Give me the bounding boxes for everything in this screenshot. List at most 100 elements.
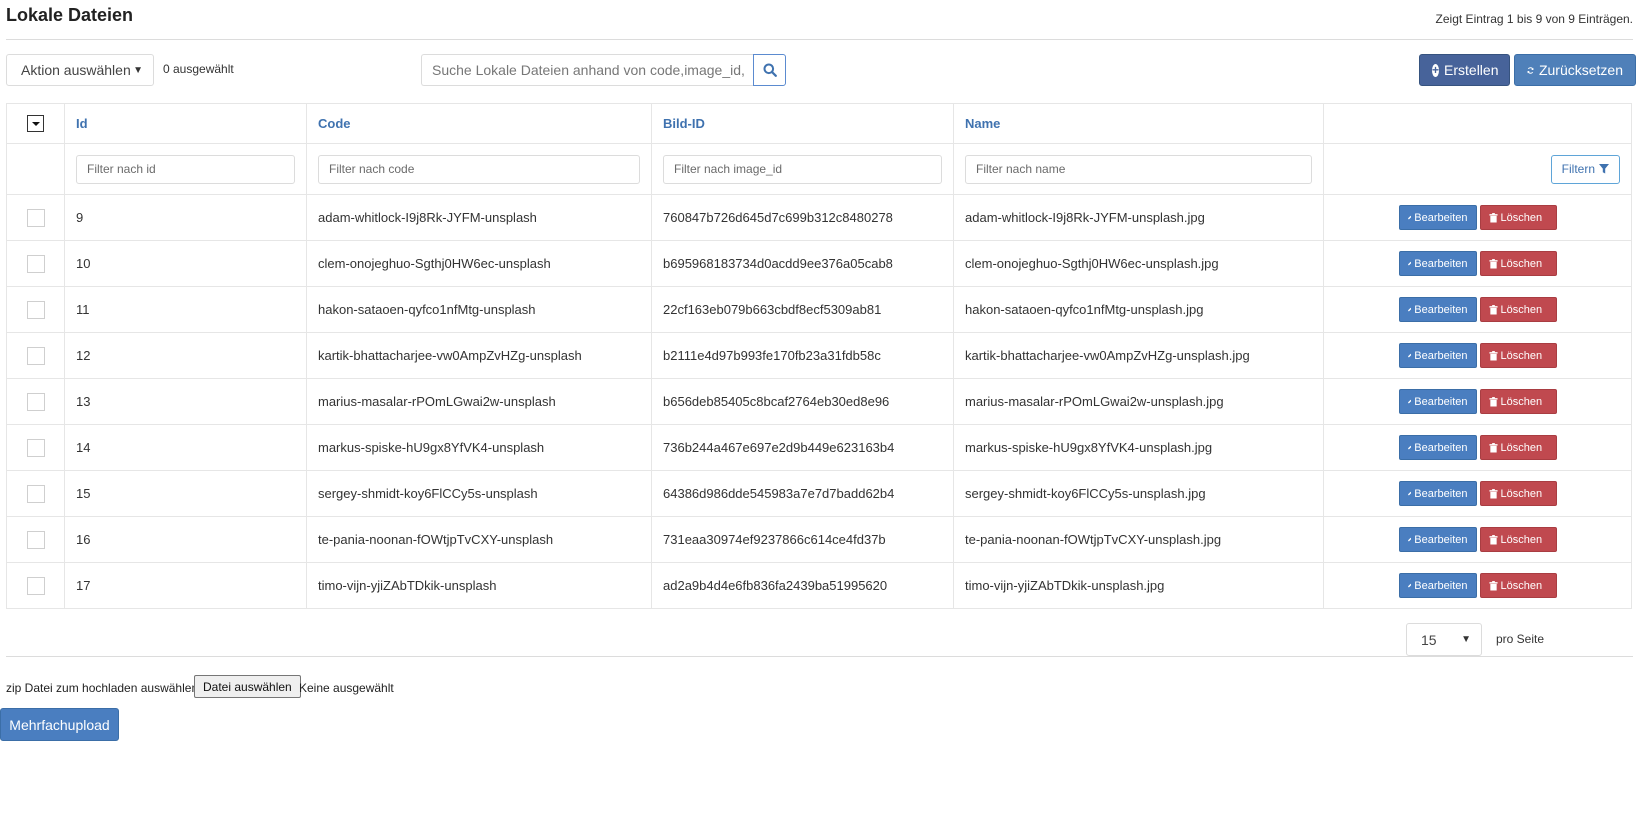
delete-button[interactable]: Löschen [1479,205,1557,230]
delete-button-label: Löschen [1500,349,1543,362]
cell-code: sergey-shmidt-koy6FlCCy5s-unsplash [306,470,652,517]
plus-circle-icon: + [1432,62,1440,77]
delete-button[interactable]: Löschen [1479,389,1557,414]
edit-button[interactable]: Bearbeiten [1398,527,1477,552]
files-table: Id Code Bild-ID Name Filter nach id Filt… [6,103,1632,609]
row-checkbox[interactable] [26,438,45,457]
table-row: 16 te-pania-noonan-fOWtjpTvCXY-unsplash 73… [6,516,1632,563]
column-header-image-id[interactable]: Bild-ID [651,103,954,144]
row-checkbox[interactable] [26,208,45,227]
cell-id: 12 [64,332,307,379]
edit-button[interactable]: Bearbeiten [1398,251,1477,276]
pencil-icon [1407,215,1412,220]
edit-button[interactable]: Bearbeiten [1398,297,1477,322]
row-checkbox[interactable] [26,254,45,273]
column-header-code[interactable]: Code [306,103,652,144]
cell-name: adam-whitlock-I9j8Rk-JYFM-unsplash.jpg [953,194,1324,241]
edit-button[interactable]: Bearbeiten [1398,573,1477,598]
filter-id-input[interactable] [76,154,295,184]
cell-image-id: 736b244a467e697e2d9b449e623163b4 [651,424,954,471]
filter-image-id-cell [651,143,954,195]
select-all-dropdown[interactable] [27,115,44,133]
cell-name: marius-masalar-rPOmLGwai2w-unsplash.jpg [953,378,1324,425]
cell-image-id: ad2a9b4d4e6fb836fa2439ba51995620 [651,562,954,609]
cell-code: kartik-bhattacharjee-vw0AmpZvHZg-unsplas… [306,332,652,379]
multi-upload-button[interactable]: Mehrfachupload [0,708,119,741]
row-checkbox-cell [6,516,65,563]
table-row: 17 timo-vijn-yjiZAbTDkik-unsplash ad2a9b4d… [6,562,1632,609]
cell-id: 16 [64,516,307,563]
pencil-icon [1407,307,1412,312]
pencil-icon [1407,537,1412,542]
reset-button-label: Zurücksetzen [1538,62,1623,78]
filter-code-cell [306,143,652,195]
delete-button-label: Löschen [1500,211,1543,224]
delete-button[interactable]: Löschen [1479,297,1557,322]
column-header-id[interactable]: Id [64,103,307,144]
filter-button-cell: Filtern [1323,143,1632,195]
toolbar: Aktion auswählen ▼ 0 ausgewählt + Erstel… [6,40,1636,103]
action-select[interactable]: Aktion auswählen ▼ [6,54,154,86]
edit-button-label: Bearbeiten [1414,211,1468,224]
delete-button[interactable]: Löschen [1479,435,1557,460]
filter-code-input[interactable] [318,154,640,184]
reset-button[interactable]: Zurücksetzen [1514,54,1636,86]
row-checkbox[interactable] [26,530,45,549]
delete-button-label: Löschen [1500,441,1543,454]
row-checkbox[interactable] [26,576,45,595]
cell-id: 14 [64,424,307,471]
delete-button[interactable]: Löschen [1479,527,1557,552]
chevron-down-icon: ▼ [1461,634,1471,645]
filter-icon [1599,164,1609,174]
delete-button-label: Löschen [1500,533,1543,546]
choose-file-button[interactable]: Datei auswählen [194,675,301,698]
cell-name: markus-spiske-hU9gx8YfVK4-unsplash.jpg [953,424,1324,471]
pencil-icon [1407,445,1412,450]
column-header-name[interactable]: Name [953,103,1324,144]
row-checkbox[interactable] [26,300,45,319]
table-row: 14 markus-spiske-hU9gx8YfVK4-unsplash 736b… [6,424,1632,471]
row-checkbox[interactable] [26,484,45,503]
search-button[interactable] [753,54,786,86]
cell-image-id: 731eaa30974ef9237866c614ce4fd37b [651,516,954,563]
create-button[interactable]: + Erstellen [1419,54,1510,86]
edit-button[interactable]: Bearbeiten [1398,389,1477,414]
trash-icon [1488,258,1498,268]
trash-icon [1488,304,1498,314]
filter-name-input[interactable] [965,154,1312,184]
row-checkbox-cell [6,378,65,425]
trash-icon [1488,350,1498,360]
cell-actions: Bearbeiten Löschen [1323,516,1632,563]
cell-image-id: 22cf163eb079b663cbdf8ecf5309ab81 [651,286,954,333]
edit-button-label: Bearbeiten [1414,349,1468,362]
edit-button-label: Bearbeiten [1414,487,1468,500]
pencil-icon [1407,399,1412,404]
edit-button[interactable]: Bearbeiten [1398,205,1477,230]
select-all-cell [6,103,65,144]
edit-button[interactable]: Bearbeiten [1398,435,1477,460]
delete-button[interactable]: Löschen [1479,251,1557,276]
cell-name: clem-onojeghuo-Sgthj0HW6ec-unsplash.jpg [953,240,1324,287]
trash-icon [1488,442,1498,452]
per-page-select[interactable]: 15 ▼ [1406,623,1482,656]
cell-id: 15 [64,470,307,517]
pencil-icon [1407,261,1412,266]
row-checkbox-cell [6,194,65,241]
filter-image-id-input[interactable] [663,154,942,184]
cell-code: hakon-sataoen-qyfco1nfMtg-unsplash [306,286,652,333]
filter-button[interactable]: Filtern [1550,154,1620,184]
row-checkbox[interactable] [26,392,45,411]
delete-button[interactable]: Löschen [1479,573,1557,598]
cell-actions: Bearbeiten Löschen [1323,470,1632,517]
delete-button[interactable]: Löschen [1479,343,1557,368]
delete-button[interactable]: Löschen [1479,481,1557,506]
cell-code: clem-onojeghuo-Sgthj0HW6ec-unsplash [306,240,652,287]
table-row: 15 sergey-shmidt-koy6FlCCy5s-unsplash 6438… [6,470,1632,517]
row-checkbox[interactable] [26,346,45,365]
edit-button[interactable]: Bearbeiten [1398,343,1477,368]
search-input[interactable] [421,54,754,86]
delete-button-label: Löschen [1500,303,1543,316]
edit-button[interactable]: Bearbeiten [1398,481,1477,506]
pager: 15 ▼ pro Seite [6,609,1633,657]
cell-actions: Bearbeiten Löschen [1323,562,1632,609]
